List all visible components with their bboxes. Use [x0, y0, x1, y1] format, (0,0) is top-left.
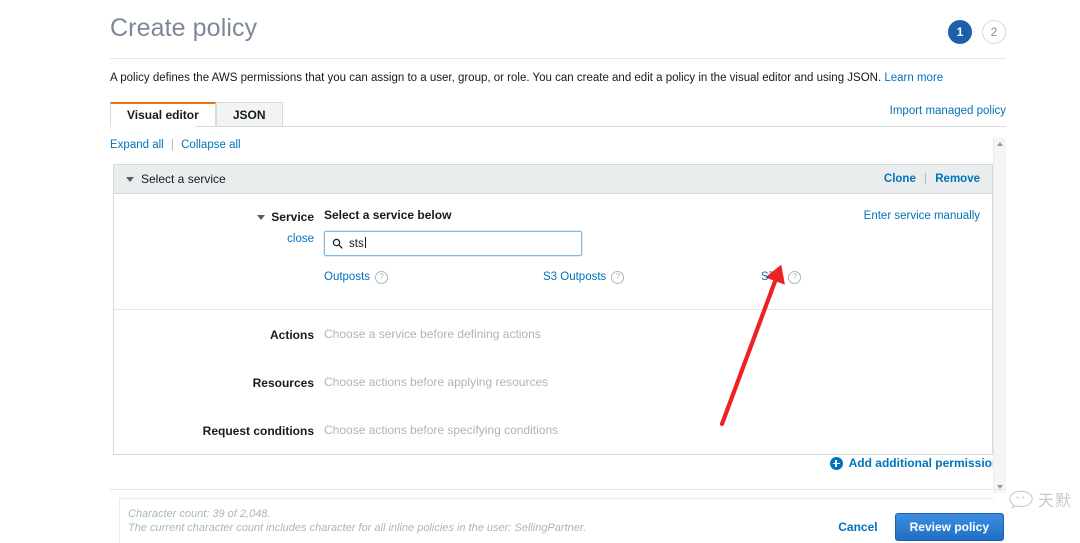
service-search-text: sts [349, 238, 364, 250]
page-title: Create policy [110, 14, 258, 42]
tab-visual-editor[interactable]: Visual editor [110, 102, 216, 127]
clone-link[interactable]: Clone [884, 173, 916, 185]
watermark: 天默 [1008, 487, 1072, 511]
tabs-active-underlay [111, 126, 196, 127]
actions-row-value: Choose a service before defining actions [324, 327, 541, 341]
actions-separator: | [924, 173, 928, 185]
chevron-down-icon[interactable] [126, 176, 134, 182]
permission-block-actions: Clone | Remove [884, 173, 980, 185]
create-policy-page: Create policy 1 2 A policy defines the A… [0, 0, 1080, 543]
actions-row: Actions Choose a service before defining… [114, 310, 992, 358]
plus-circle-icon [829, 456, 843, 470]
enter-service-manually-link[interactable]: Enter service manually [864, 210, 980, 222]
expand-collapse-separator: | [170, 139, 174, 151]
learn-more-link[interactable]: Learn more [884, 72, 943, 84]
page-description: A policy defines the AWS permissions tha… [110, 72, 943, 84]
tab-json[interactable]: JSON [215, 102, 283, 127]
add-additional-permissions-label: Add additional permissions [848, 456, 1006, 470]
editor-tabs: Visual editor JSON [110, 102, 283, 127]
request-conditions-row-value: Choose actions before specifying conditi… [324, 423, 559, 437]
footer-divider [110, 489, 1006, 490]
service-search-value: sts [349, 237, 366, 250]
request-conditions-row: Request conditions Choose actions before… [114, 406, 992, 454]
chevron-down-icon[interactable] [257, 215, 266, 221]
service-result-outposts-link[interactable]: Outposts [324, 271, 370, 283]
permission-block-body: Service close Select a service below sts [114, 194, 992, 454]
resources-row-value: Choose actions before applying resources [324, 375, 549, 389]
service-result-s3-outposts-link[interactable]: S3 Outposts [543, 271, 606, 283]
resources-row-label: Resources [252, 376, 314, 390]
permission-block: Select a service Clone | Remove Service … [113, 164, 993, 455]
search-icon [332, 238, 343, 249]
step-2[interactable]: 2 [982, 20, 1006, 44]
service-results-list: Outposts? S3 Outposts? STS? [324, 271, 980, 287]
service-result-outposts[interactable]: Outposts? [324, 271, 389, 284]
watermark-text: 天默 [1037, 491, 1072, 510]
service-close-link[interactable]: close [114, 233, 314, 245]
text-cursor [364, 237, 366, 248]
service-row-label: Service close [114, 208, 324, 287]
review-policy-button[interactable]: Review policy [894, 513, 1004, 541]
page-header: Create policy 1 2 [0, 0, 1080, 58]
question-icon[interactable]: ? [788, 271, 802, 284]
scroll-up-arrow-icon[interactable] [997, 142, 1003, 146]
step-indicator: 1 2 [948, 20, 1006, 44]
remove-link[interactable]: Remove [935, 173, 980, 185]
step-1[interactable]: 1 [948, 20, 972, 44]
add-additional-permissions-button[interactable]: Add additional permissions [829, 456, 1006, 470]
resources-row: Resources Choose actions before applying… [114, 358, 992, 406]
request-conditions-row-label: Request conditions [202, 424, 314, 438]
import-managed-policy-link[interactable]: Import managed policy [890, 105, 1006, 117]
permission-block-title: Select a service [141, 172, 226, 186]
service-row: Service close Select a service below sts [114, 194, 992, 310]
cancel-button[interactable]: Cancel [838, 520, 877, 534]
service-label-text: Service [271, 210, 314, 224]
service-result-sts[interactable]: STS? [761, 271, 802, 284]
content-scrollbar[interactable] [993, 138, 1006, 493]
expand-collapse-controls: Expand all | Collapse all [110, 139, 241, 151]
expand-all-link[interactable]: Expand all [110, 139, 164, 151]
service-result-s3-outposts[interactable]: S3 Outposts? [543, 271, 625, 284]
actions-row-label: Actions [269, 328, 314, 342]
collapse-all-link[interactable]: Collapse all [181, 139, 240, 151]
service-search-input[interactable]: sts [324, 231, 582, 256]
tabs-divider [110, 126, 1006, 127]
footer-actions: Cancel Review policy [838, 513, 1004, 541]
permission-block-header[interactable]: Select a service Clone | Remove [114, 165, 992, 194]
question-icon[interactable]: ? [611, 271, 625, 284]
chat-bubble-icon [1009, 490, 1033, 509]
service-result-sts-link[interactable]: STS [761, 271, 783, 283]
page-description-text: A policy defines the AWS permissions tha… [110, 72, 882, 84]
header-divider [110, 58, 1006, 59]
question-icon[interactable]: ? [375, 271, 389, 284]
